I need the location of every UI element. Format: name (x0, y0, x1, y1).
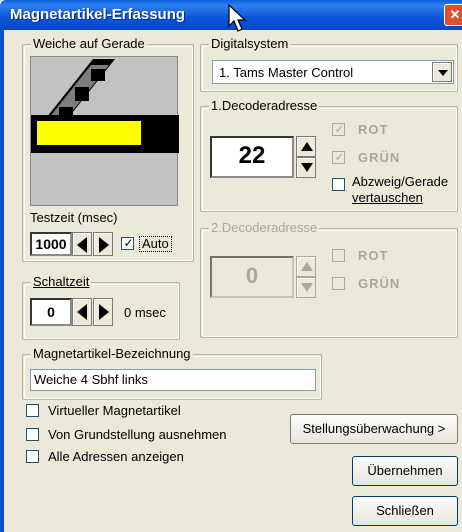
digitalsystem-selected: 1. Tams Master Control (219, 65, 354, 80)
arrow-up-icon (301, 262, 313, 271)
arrow-down-icon (301, 283, 313, 292)
decoder1-down-button[interactable] (296, 157, 316, 178)
window-title: Magnetartikel-Erfassung (10, 6, 186, 23)
auto-checkbox[interactable]: ✓ (121, 236, 134, 250)
decoder2-rot-label: ROT (358, 248, 389, 263)
checkmark-icon: ✓ (123, 236, 134, 250)
bezeichnung-legend: Magnetartikel-Bezeichnung (31, 346, 193, 361)
mouse-cursor-icon (228, 4, 247, 32)
digitalsystem-select[interactable]: 1. Tams Master Control (212, 60, 454, 84)
weiche-group-legend: Weiche auf Gerade (31, 36, 147, 51)
decoder1-legend: 1.Decoderadresse (209, 98, 320, 113)
decoder1-rot-label: ROT (358, 122, 389, 137)
decoder1-address-input[interactable]: 22 (210, 136, 294, 178)
decoder1-up-button[interactable] (296, 136, 316, 157)
schaltzeit-unit: 0 msec (124, 305, 166, 320)
grundstellung-label: Von Grundstellung ausnehmen (48, 427, 227, 442)
uebernehmen-button[interactable]: Übernehmen (352, 456, 458, 486)
decoder1-rot-checkbox[interactable]: ✓ (332, 122, 345, 136)
stellungsueberwachung-button[interactable]: Stellungsüberwachung > (290, 414, 458, 444)
schliessen-button[interactable]: Schließen (352, 496, 458, 526)
swap-label-line1: Abzweig/Gerade (352, 174, 449, 189)
switch-track-graphic (31, 59, 179, 153)
diagonal-track-tie (75, 87, 89, 101)
dropdown-button[interactable] (432, 62, 452, 82)
alle-adressen-label: Alle Adressen anzeigen (48, 449, 184, 464)
virtuell-checkbox[interactable] (26, 404, 39, 417)
schaltzeit-right-button[interactable] (93, 298, 113, 326)
bezeichnung-input[interactable]: Weiche 4 Sbhf links (30, 369, 316, 391)
virtuell-label: Virtueller Magnetartikel (48, 403, 181, 418)
arrow-right-icon (99, 237, 109, 253)
grundstellung-checkbox[interactable] (26, 428, 39, 441)
schaltzeit-legend: Schaltzeit (31, 274, 92, 289)
schaltzeit-left-button[interactable] (72, 298, 92, 326)
decoder1-gruen-checkbox[interactable]: ✓ (332, 150, 345, 164)
chevron-down-icon (438, 70, 448, 76)
decoder2-legend: 2.Decoderadresse (209, 220, 320, 235)
digitalsystem-legend: Digitalsystem (209, 36, 291, 51)
decoder2-down-button[interactable] (296, 277, 316, 298)
close-icon: ✕ (449, 7, 461, 22)
decoder2-gruen-checkbox[interactable] (332, 277, 345, 290)
checkmark-icon: ✓ (334, 150, 345, 164)
testzeit-label: Testzeit (msec) (30, 210, 118, 225)
diagonal-track-tie (91, 69, 105, 81)
arrow-down-icon (301, 163, 313, 172)
window-border (0, 30, 4, 532)
arrow-left-icon (77, 304, 87, 320)
alle-adressen-checkbox[interactable] (26, 450, 39, 463)
decoder2-gruen-label: GRÜN (358, 276, 401, 291)
swap-label-line2: vertauschen (352, 190, 423, 205)
schaltzeit-input[interactable]: 0 (30, 298, 72, 326)
decoder1-gruen-label: GRÜN (358, 150, 401, 165)
swap-checkbox[interactable] (332, 178, 345, 191)
testzeit-input[interactable]: 1000 (30, 232, 72, 256)
arrow-left-icon (77, 237, 87, 253)
auto-label: Auto (139, 236, 172, 252)
testzeit-right-button[interactable] (93, 232, 113, 256)
decoder2-up-button[interactable] (296, 256, 316, 277)
arrow-right-icon (99, 304, 109, 320)
close-button[interactable]: ✕ (444, 4, 462, 26)
decoder2-rot-checkbox[interactable] (332, 249, 345, 262)
straight-track-active (37, 121, 141, 145)
decoder2-address-input[interactable]: 0 (210, 256, 294, 298)
checkmark-icon: ✓ (334, 122, 345, 136)
testzeit-left-button[interactable] (72, 232, 92, 256)
arrow-up-icon (301, 142, 313, 151)
dialog-window: Magnetartikel-Erfassung ✕ Weiche auf Ger… (0, 0, 462, 532)
switch-preview-image (30, 56, 179, 206)
